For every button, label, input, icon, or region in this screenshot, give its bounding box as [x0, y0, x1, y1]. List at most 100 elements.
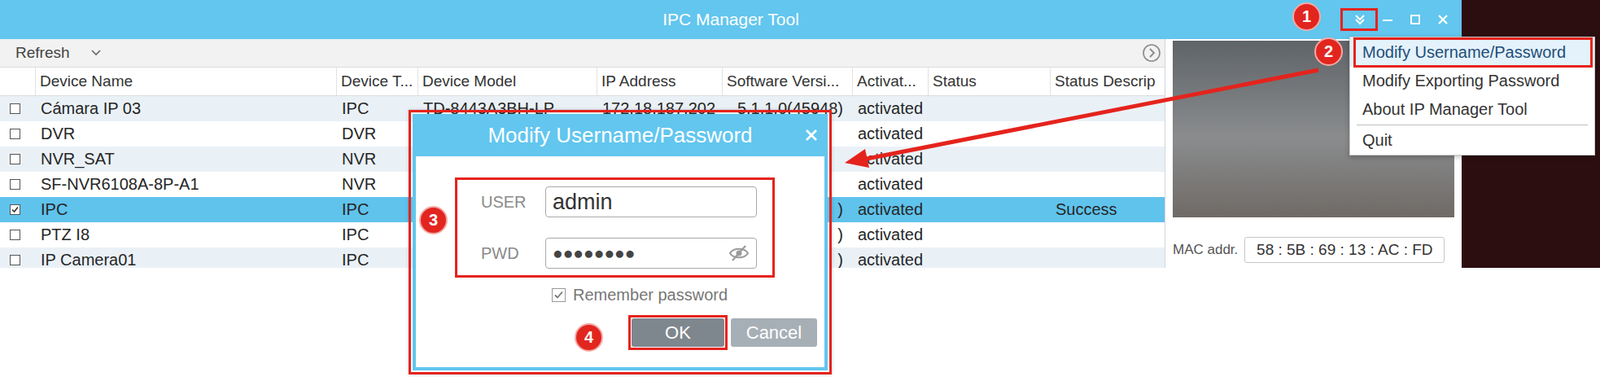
dropdown-menu: Modify Username/PasswordModify Exporting… [1349, 36, 1596, 156]
menu-item[interactable]: About IP Manager Tool [1350, 95, 1595, 124]
table-cell: Success [1050, 196, 1165, 223]
title-bar: IPC Manager Tool [0, 0, 1462, 40]
checkbox-icon[interactable] [9, 103, 21, 114]
table-cell: IPC [35, 196, 337, 223]
close-button[interactable] [1429, 0, 1457, 40]
dialog-close-button[interactable] [804, 128, 825, 142]
field-label: PWD [480, 244, 546, 263]
credentials-highlight: USERadmin PWD●●●●●●●● [454, 177, 775, 278]
step-badge: 4 [574, 323, 604, 352]
annotation-box [1353, 37, 1593, 68]
checkbox-icon[interactable] [9, 153, 21, 165]
table-cell: activated [852, 222, 929, 248]
table-cell: SF-NVR6108A-8P-A1 [35, 171, 337, 197]
dialog-button[interactable]: OK [631, 318, 725, 347]
table-cell: IP Camera01 [35, 247, 337, 268]
annotation-arrow-icon [0, 0, 1600, 381]
table-cell: Cámara IP 03 [35, 96, 337, 122]
step-badge: 1 [1292, 2, 1321, 31]
table-cell: activated [852, 121, 929, 147]
table-header: Device NameDevice T...Device ModelIP Add… [0, 67, 1165, 97]
header-cell[interactable]: Status Descrip [1050, 67, 1165, 96]
header-cell[interactable]: IP Address [597, 67, 723, 96]
table-cell [928, 121, 1051, 147]
table-cell: activated [852, 196, 929, 223]
checkbox-icon [551, 288, 566, 302]
screen: IPC Manager ToolRefreshDevice NameDevice… [0, 0, 1600, 381]
checkbox-icon[interactable] [9, 179, 21, 190]
header-cell [0, 67, 36, 96]
checkbox-icon[interactable] [9, 254, 21, 266]
header-cell[interactable]: Activat... [852, 67, 929, 96]
eye-slash-icon[interactable] [728, 244, 750, 263]
dialog-button[interactable]: Cancel [730, 318, 818, 347]
mac-field[interactable]: 58 : 5B : 69 : 13 : AC : FD [1244, 236, 1445, 263]
header-cell[interactable]: Software Versi... [722, 67, 853, 96]
table-cell: DVR [35, 121, 337, 147]
header-cell[interactable]: Status [928, 67, 1051, 96]
table-cell: activated [852, 171, 929, 197]
menu-divider [1356, 124, 1588, 126]
table-cell: activated [852, 96, 929, 122]
table-cell: NVR [336, 146, 419, 172]
menu-item[interactable]: Modify Username/Password [1350, 38, 1595, 67]
table-cell: IPC [336, 96, 419, 122]
checkbox-icon[interactable] [9, 128, 21, 140]
table-cell: IPC [336, 247, 419, 268]
checkbox-icon[interactable] [9, 204, 21, 215]
step-badge: 2 [1314, 37, 1343, 66]
menu-button[interactable] [1346, 0, 1374, 40]
form-row: PWD●●●●●●●● [480, 237, 757, 269]
table-cell [928, 96, 1051, 122]
chevron-double-down-icon [1353, 13, 1367, 27]
window-title: IPC Manager Tool [662, 9, 800, 30]
header-cell[interactable]: Device Model [418, 67, 598, 96]
form-row: USERadmin [480, 186, 757, 218]
modify-dialog: Modify Username/Password USERadmin PWD●●●●… [412, 113, 828, 371]
table-cell [928, 171, 1051, 197]
annotation-box [1340, 8, 1378, 31]
mac-label: MAC addr. [1172, 241, 1238, 258]
dialog-title-bar: Modify Username/Password [415, 113, 825, 157]
close-icon [804, 128, 818, 142]
maximize-button[interactable] [1401, 0, 1430, 40]
table-cell [1050, 96, 1165, 122]
chevron-down-icon [91, 49, 101, 57]
field-label: USER [480, 192, 546, 212]
maximize-icon [1409, 13, 1421, 26]
table-cell [1050, 222, 1165, 248]
refresh-dropdown[interactable]: Refresh [15, 43, 101, 62]
table-cell: NVR [336, 171, 419, 197]
table-cell [1050, 247, 1165, 268]
table-cell [1050, 121, 1165, 147]
minimize-button[interactable] [1373, 0, 1402, 40]
text-input[interactable]: admin [545, 186, 757, 218]
menu-item[interactable]: Modify Exporting Password [1350, 66, 1595, 96]
table-cell: activated [852, 247, 929, 268]
table-cell: NVR_SAT [35, 146, 337, 172]
table-cell: PTZ I8 [35, 222, 337, 248]
text-input[interactable]: ●●●●●●●● [545, 237, 757, 269]
table-cell [928, 146, 1051, 172]
table-cell: IPC [336, 196, 419, 223]
dialog-title: Modify Username/Password [487, 122, 752, 149]
header-cell[interactable]: Device Name [35, 67, 337, 96]
table-cell: activated [852, 146, 929, 172]
table-cell [928, 222, 1051, 248]
toolbar: Refresh [0, 39, 1165, 68]
table-cell [928, 247, 1051, 268]
menu-item[interactable]: Quit [1350, 126, 1595, 155]
dialog-highlight: Modify Username/Password USERadmin PWD●●●●… [408, 109, 832, 375]
remember-checkbox[interactable]: Remember password [551, 284, 825, 305]
table-cell [1050, 171, 1165, 197]
step-badge: 3 [419, 205, 448, 235]
table-cell: IPC [336, 222, 419, 248]
close-icon [1437, 13, 1449, 26]
table-cell [1050, 146, 1165, 172]
minimize-icon [1381, 13, 1394, 26]
checkbox-icon[interactable] [9, 229, 21, 241]
table-cell: DVR [336, 121, 419, 147]
arrow-circle-right-icon[interactable] [1141, 43, 1162, 63]
header-cell[interactable]: Device T... [336, 67, 419, 96]
table-cell [928, 196, 1051, 223]
